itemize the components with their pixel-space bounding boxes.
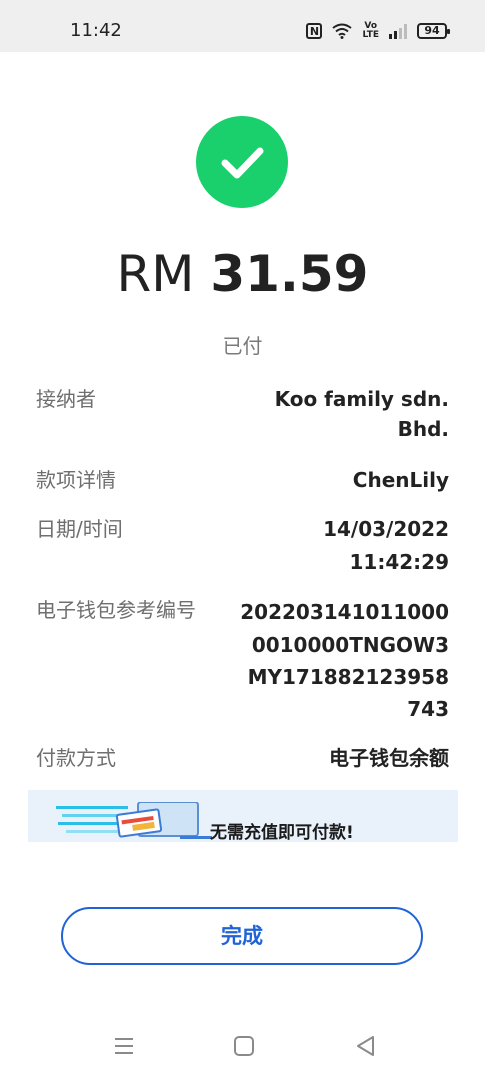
details-value: ChenLily xyxy=(352,468,449,492)
signal-icon xyxy=(389,23,407,39)
banner-text: 无需充值即可付款! xyxy=(210,823,354,842)
amount-value: 31.59 xyxy=(210,245,369,303)
home-icon[interactable] xyxy=(231,1033,257,1059)
status-icons: N Vo LTE 94 xyxy=(306,22,450,40)
recipient-label: 接纳者 xyxy=(36,387,96,411)
back-icon[interactable] xyxy=(353,1033,379,1059)
wifi-icon xyxy=(332,23,353,39)
reference-line: 743 xyxy=(407,697,449,721)
currency: RM xyxy=(116,245,195,303)
method-value: 电子钱包余额 xyxy=(329,746,449,770)
check-icon xyxy=(221,147,264,179)
done-button[interactable]: 完成 xyxy=(61,907,423,965)
reference-line: MY171882123958 xyxy=(247,665,449,689)
status-time: 11:42 xyxy=(70,20,122,41)
time-value: 11:42:29 xyxy=(349,550,450,574)
date-value: 14/03/2022 xyxy=(323,517,449,541)
reference-line: 0010000TNGOW3 xyxy=(251,633,449,657)
recipient-value: Koo family sdn. Bhd. xyxy=(274,387,449,441)
method-label: 付款方式 xyxy=(36,746,116,770)
card-illustration-icon xyxy=(56,802,212,839)
payment-amount: RM 31.59 xyxy=(0,244,485,304)
success-icon xyxy=(196,116,288,208)
reference-line: 202203141011000 xyxy=(240,600,449,624)
battery-icon: 94 xyxy=(417,23,450,39)
battery-level: 94 xyxy=(424,24,440,37)
reference-label: 电子钱包参考编号 xyxy=(36,598,196,622)
promo-banner[interactable]: 无需充值即可付款! xyxy=(28,790,458,842)
volte-icon: Vo LTE xyxy=(362,22,379,40)
payment-status: 已付 xyxy=(222,334,263,358)
volte-bottom: LTE xyxy=(362,30,379,40)
status-bar: 11:42 N Vo LTE 94 xyxy=(0,0,485,52)
details-label: 款项详情 xyxy=(36,468,116,492)
nfc-icon: N xyxy=(306,23,323,39)
menu-icon[interactable] xyxy=(111,1033,137,1059)
datetime-label: 日期/时间 xyxy=(36,517,123,541)
